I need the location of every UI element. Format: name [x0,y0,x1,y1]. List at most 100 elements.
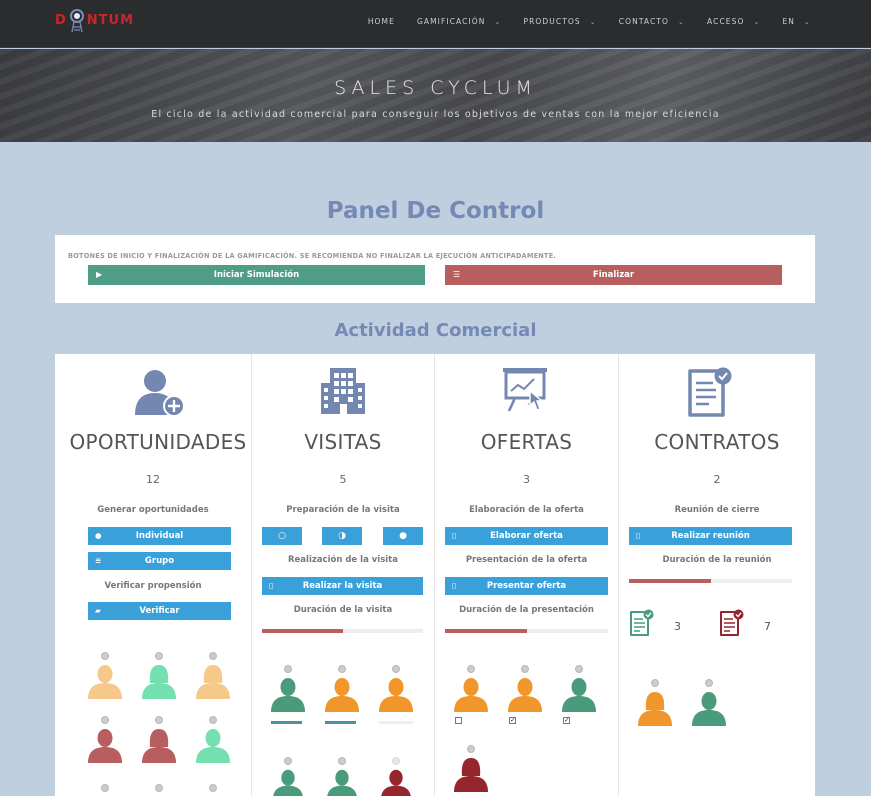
document-icon: ▯ [452,581,457,590]
radio[interactable] [392,665,400,673]
offer-elab-label: Elaboración de la oferta [469,505,584,515]
oportunidades-title: OPORTUNIDADES [69,430,247,454]
menu-home[interactable]: HOME [368,17,395,26]
opportunity-person-icon[interactable] [195,663,231,703]
meeting-duration-label: Duración de la reunión [662,555,772,565]
visit-progress-mini [271,721,302,724]
radio[interactable] [155,652,163,660]
opportunity-person-icon[interactable] [141,727,177,767]
radio[interactable] [101,716,109,724]
radio[interactable] [338,665,346,673]
radio[interactable] [338,757,346,765]
logo-tower-icon [68,7,86,33]
visit-person-icon[interactable] [270,676,306,716]
visit-person-icon[interactable] [380,768,412,796]
contract-person-icon[interactable] [637,690,673,730]
contract-icon [687,367,735,421]
visit-person-icon[interactable] [378,676,414,716]
perform-visit-label: Realizar la visita [302,581,383,591]
menu-acceso-label: ACCESO [707,17,745,26]
chevron-down-icon: ⌄ [804,17,811,26]
visit-person-icon[interactable] [272,768,304,796]
control-panel-note: BOTONES DE INICIO Y FINALIZACIÓN DE LA G… [68,252,557,260]
hero-banner: SALES CYCLUM El ciclo de la actividad co… [0,49,871,142]
individual-label: Individual [135,531,184,541]
closing-meeting-label: Reunión de cierre [674,505,760,515]
build-offer-button[interactable]: ▯ Elaborar oferta [445,527,608,545]
oportunidades-count: 12 [146,473,160,486]
menu-language[interactable]: EN ⌄ [782,17,811,26]
radio[interactable] [155,716,163,724]
contratos-count: 2 [713,473,721,486]
offer-person-icon[interactable] [507,676,543,716]
opportunity-person-icon[interactable] [141,663,177,703]
start-simulation-label: Iniciar Simulación [213,270,300,280]
finish-label: Finalizar [592,270,635,280]
menu-gamificacion-label: GAMIFICACIÓN [416,17,486,26]
menu-contacto[interactable]: CONTACTO ⌄ [619,17,685,26]
hold-meeting-button[interactable]: ▯ Realizar reunión [629,527,792,545]
menu-productos-label: PRODUCTOS [523,17,581,26]
logo[interactable]: D NTUM [55,7,134,33]
opportunity-person-icon[interactable] [87,663,123,703]
build-offer-label: Elaborar oferta [490,531,563,541]
menu-contacto-label: CONTACTO [618,17,670,26]
offer-person-icon[interactable] [453,676,489,716]
opportunity-person-icon[interactable] [87,727,123,767]
presentation-duration-bar [445,629,608,633]
circle-full-icon: ● [399,531,407,541]
radio[interactable] [284,757,292,765]
prep-stage-1-button[interactable]: ○ [262,527,302,545]
offer-checkbox-checked[interactable]: ✓ [509,717,516,724]
radio[interactable] [575,665,583,673]
verify-label: Verificar [139,606,180,616]
radio[interactable] [101,784,109,792]
offer-person-icon[interactable] [453,756,489,796]
radio[interactable] [467,665,475,673]
radio[interactable] [284,665,292,673]
add-user-icon [133,367,185,421]
column-visitas: VISITAS 5 Preparación de la visita ○ ◑ ●… [252,354,435,796]
opportunity-person-icon[interactable] [195,727,231,767]
individual-button[interactable]: ● Individual [88,527,231,545]
radio[interactable] [467,745,475,753]
radio[interactable] [209,784,217,792]
radio[interactable] [209,716,217,724]
contract-person-icon[interactable] [691,690,727,730]
visit-person-icon[interactable] [324,676,360,716]
menu-gamificacion[interactable]: GAMIFICACIÓN ⌄ [417,17,502,26]
radio[interactable] [155,784,163,792]
hero-subtitle: El ciclo de la actividad comercial para … [151,109,720,120]
start-simulation-button[interactable]: ▶ Iniciar Simulación [88,265,425,285]
visitas-count: 5 [339,473,347,486]
radio[interactable] [392,757,400,765]
verify-button[interactable]: ▰ Verificar [88,602,231,620]
present-offer-button[interactable]: ▯ Presentar oferta [445,577,608,595]
radio[interactable] [705,679,713,687]
hold-meeting-label: Realizar reunión [671,531,750,541]
meeting-duration-bar [629,579,792,583]
visit-duration-fill [262,629,343,633]
prep-stage-3-button[interactable]: ● [383,527,423,545]
perform-visit-button[interactable]: ▯ Realizar la visita [262,577,423,595]
prep-stage-2-button[interactable]: ◑ [322,527,362,545]
menu-acceso[interactable]: ACCESO ⌄ [707,17,760,26]
radio[interactable] [651,679,659,687]
document-icon: ▯ [452,531,457,540]
finish-button[interactable]: ☰ Finalizar [445,265,782,285]
radio[interactable] [101,652,109,660]
presentation-duration-label: Duración de la presentación [459,605,594,615]
menu-productos[interactable]: PRODUCTOS ⌄ [524,17,597,26]
offer-checkbox[interactable] [455,717,462,724]
radio[interactable] [521,665,529,673]
offer-person-icon[interactable] [561,676,597,716]
radio[interactable] [209,652,217,660]
document-icon: ▯ [269,581,274,590]
chevron-down-icon: ⌄ [494,17,502,26]
offer-checkbox-checked[interactable]: ✓ [563,717,570,724]
document-icon: ▯ [636,531,641,540]
ofertas-count: 3 [523,473,530,486]
play-icon: ▶ [96,270,103,279]
visit-person-icon[interactable] [326,768,358,796]
group-button[interactable]: ≡ Grupo [88,552,231,570]
